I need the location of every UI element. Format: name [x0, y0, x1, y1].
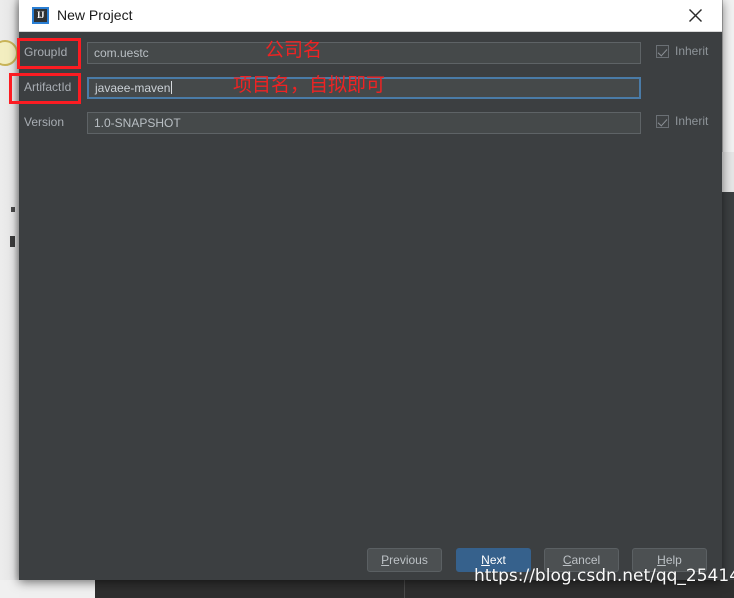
help-button[interactable]: Help — [632, 548, 707, 572]
dialog-title: New Project — [57, 7, 133, 23]
checkbox-inherit-groupid[interactable] — [656, 44, 669, 58]
label-inherit-version: Inherit — [675, 114, 709, 128]
cancel-button[interactable]: Cancel — [544, 548, 619, 572]
checkbox-inherit-version[interactable] — [656, 114, 669, 128]
dialog-titlebar[interactable]: IJ New Project — [19, 0, 722, 32]
intellij-idea-icon: IJ — [32, 7, 49, 24]
label-artifactid: ArtifactId — [24, 80, 72, 94]
help-button-label: elp — [665, 553, 682, 567]
background-taskbar-tile — [0, 580, 95, 598]
close-icon[interactable] — [673, 0, 717, 30]
background-right-panel — [722, 0, 734, 152]
cancel-button-label: ancel — [571, 553, 601, 567]
inherit-version[interactable]: Inherit — [656, 114, 708, 128]
text-caret — [171, 81, 173, 94]
input-groupid[interactable]: com.uestc — [87, 42, 641, 64]
help-button-mnemonic: H — [657, 553, 666, 567]
next-button[interactable]: Next — [456, 548, 531, 572]
form-row-version: Version 1.0-SNAPSHOT Inherit — [19, 112, 722, 134]
cancel-button-mnemonic: C — [562, 553, 572, 567]
inherit-groupid[interactable]: Inherit — [656, 44, 708, 58]
new-project-dialog: IJ New Project GroupId com.uestc Inherit… — [19, 0, 722, 580]
label-groupid: GroupId — [24, 45, 68, 59]
background-right-panel-lower — [722, 152, 734, 192]
form-row-groupid: GroupId com.uestc Inherit — [19, 42, 722, 64]
previous-button-label: revious — [389, 553, 428, 567]
dialog-button-bar: Previous Next Cancel Help — [19, 548, 722, 580]
intellij-idea-icon-label: IJ — [36, 10, 45, 20]
label-version: Version — [24, 115, 65, 129]
input-artifactid-value: javaee-maven — [95, 81, 171, 95]
input-version[interactable]: 1.0-SNAPSHOT — [87, 112, 641, 134]
background-left-panel — [0, 0, 19, 580]
form-row-artifactid: ArtifactId javaee-maven — [19, 77, 722, 99]
next-button-label: ext — [489, 553, 506, 567]
background-status-bar-divider — [404, 580, 405, 598]
background-left-mark-lower — [10, 236, 15, 247]
background-left-mark-upper — [11, 207, 15, 212]
background-status-bar — [0, 580, 734, 598]
next-button-mnemonic: N — [481, 553, 490, 567]
input-artifactid[interactable]: javaee-maven — [87, 77, 641, 99]
previous-button-mnemonic: P — [381, 553, 390, 567]
label-inherit-groupid: Inherit — [675, 44, 709, 58]
previous-button[interactable]: Previous — [367, 548, 442, 572]
